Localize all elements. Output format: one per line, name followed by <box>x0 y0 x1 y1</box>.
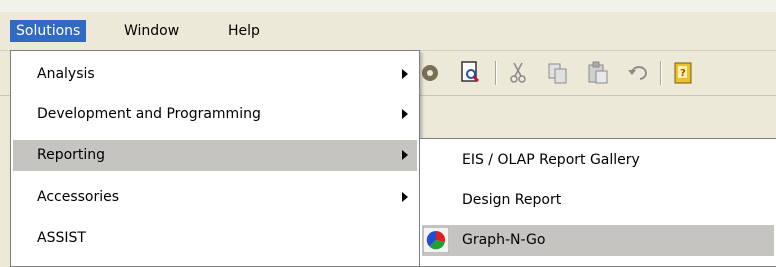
toolbar-separator <box>495 61 496 85</box>
toolbar-separator <box>660 61 661 85</box>
solutions-menu: Analysis Development and Programming Rep… <box>10 50 420 267</box>
menu-item-label: Analysis <box>37 66 95 82</box>
menu-item-graph-n-go[interactable]: Graph-N-Go <box>422 225 774 256</box>
svg-text:?: ? <box>680 68 686 79</box>
title-strip <box>0 0 776 12</box>
menu-help[interactable]: Help <box>222 20 266 42</box>
submenu-arrow-icon <box>402 150 408 160</box>
menu-item-accessories[interactable]: Accessories <box>13 182 417 213</box>
paste-icon[interactable] <box>584 59 612 87</box>
undo-icon[interactable] <box>624 59 652 87</box>
menu-window[interactable]: Window <box>118 20 185 42</box>
menu-item-label: Development and Programming <box>37 106 261 122</box>
menu-item-design-report[interactable]: Design Report <box>422 185 774 216</box>
cut-icon[interactable] <box>504 59 532 87</box>
submenu-arrow-icon <box>402 109 408 119</box>
menu-item-eis-olap-report-gallery[interactable]: EIS / OLAP Report Gallery <box>422 145 774 176</box>
menu-item-label: Reporting <box>37 147 106 163</box>
reporting-submenu: EIS / OLAP Report Gallery Design Report … <box>419 138 776 267</box>
submenu-arrow-icon <box>402 192 408 202</box>
menu-item-label: EIS / OLAP Report Gallery <box>462 152 640 168</box>
submenu-arrow-icon <box>402 69 408 79</box>
print-preview-icon[interactable] <box>456 59 484 87</box>
menu-item-label: ASSIST <box>37 230 86 246</box>
menu-item-label: Graph-N-Go <box>462 232 546 248</box>
menu-item-label: Design Report <box>462 192 562 208</box>
menu-solutions[interactable]: Solutions <box>10 20 87 42</box>
menu-item-assist[interactable]: ASSIST <box>13 223 417 254</box>
tool-icon[interactable] <box>416 59 444 87</box>
menu-bar: Solutions Window Help <box>0 12 776 51</box>
menu-item-development-and-programming[interactable]: Development and Programming <box>13 99 417 130</box>
copy-icon[interactable] <box>544 59 572 87</box>
menu-item-analysis[interactable]: Analysis <box>13 59 417 90</box>
menu-item-label: Accessories <box>37 189 120 205</box>
menu-item-reporting[interactable]: Reporting <box>13 140 417 171</box>
graph-n-go-icon <box>422 226 450 254</box>
help-book-icon[interactable]: ? <box>670 59 698 87</box>
